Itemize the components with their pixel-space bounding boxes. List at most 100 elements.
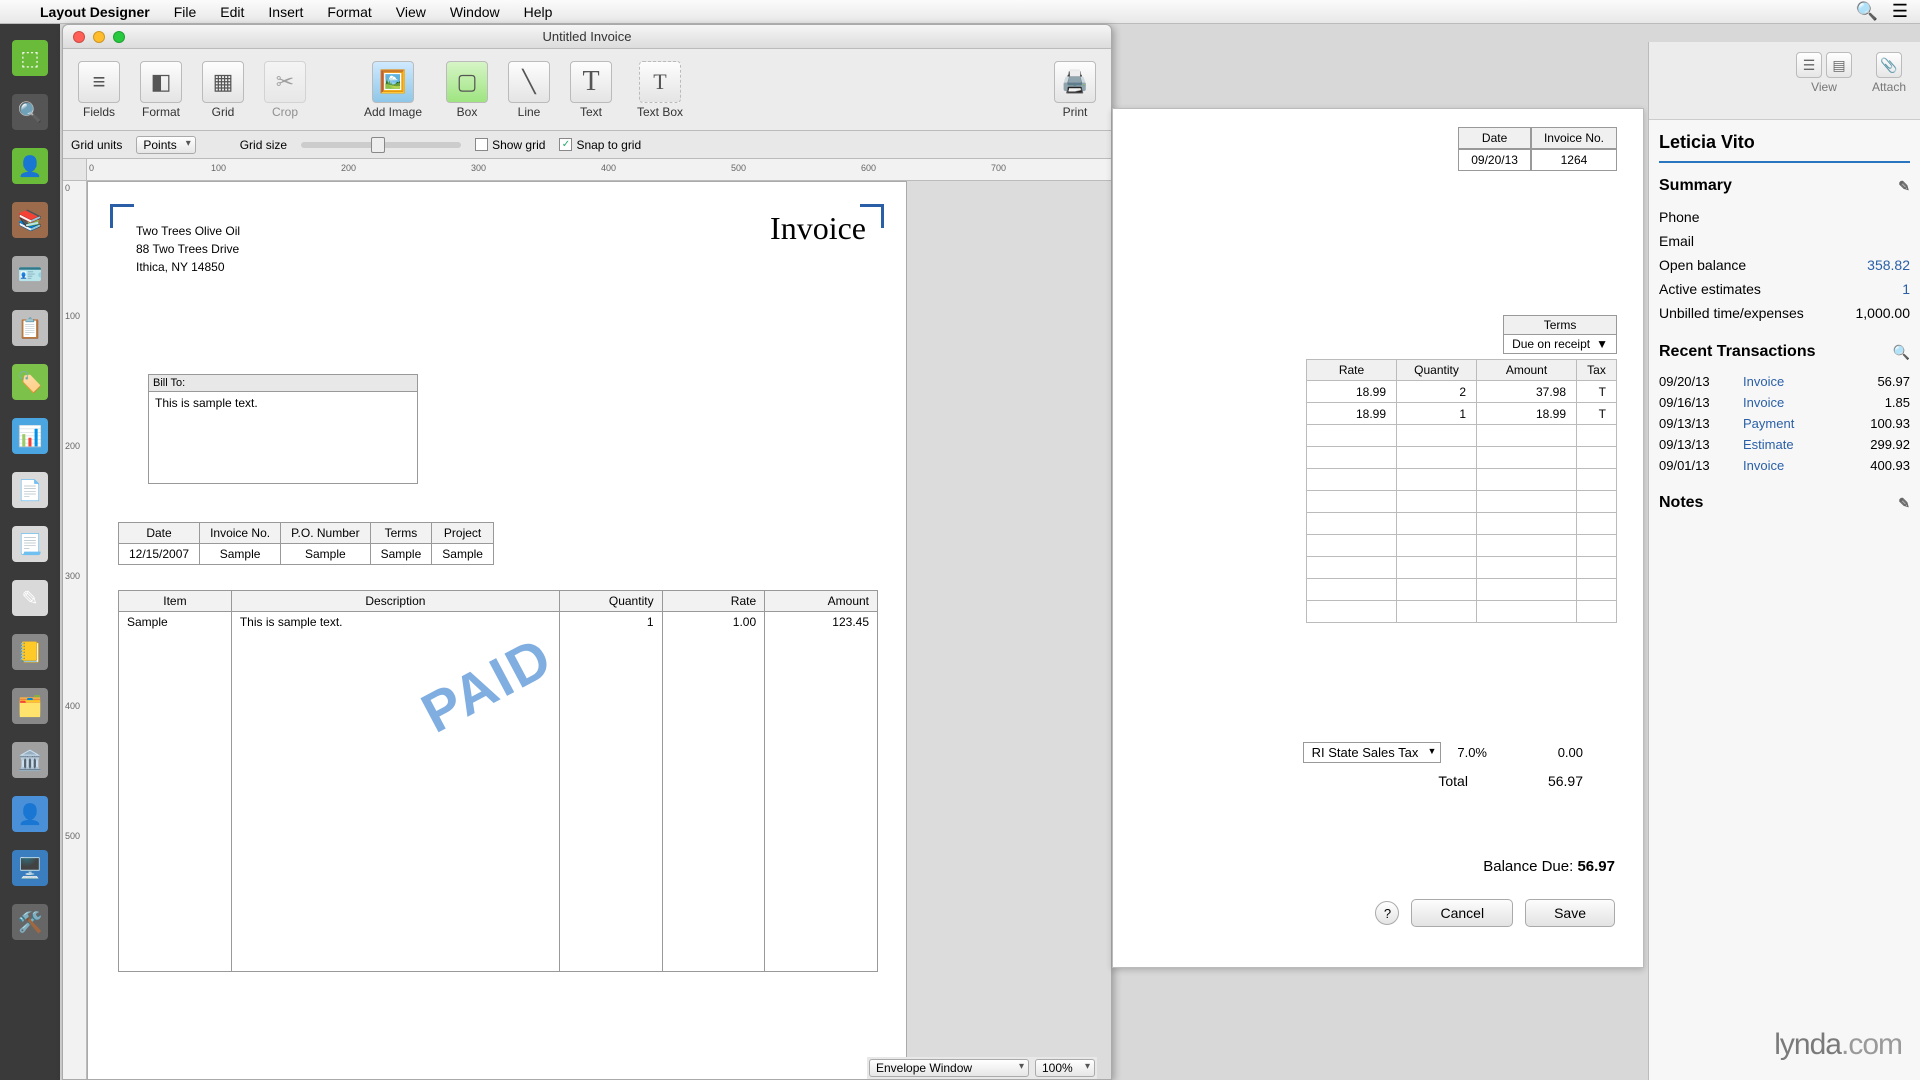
bg-line-table[interactable]: Rate Quantity Amount Tax 18.99237.98T 18… bbox=[1306, 359, 1617, 623]
open-balance-label: Open balance bbox=[1659, 257, 1746, 273]
grid-size-label: Grid size bbox=[240, 138, 287, 152]
ruler-vertical: 0100200300400500 bbox=[63, 181, 87, 1079]
dock-edit-icon[interactable]: ✎ bbox=[12, 580, 48, 616]
grid-units-select[interactable]: Points bbox=[136, 136, 195, 154]
dock-monitor-icon[interactable]: 🖥️ bbox=[12, 850, 48, 886]
unbilled-value: 1,000.00 bbox=[1856, 305, 1911, 321]
menu-format[interactable]: Format bbox=[315, 4, 383, 20]
invoice-page[interactable]: Invoice Two Trees Olive Oil 88 Two Trees… bbox=[87, 181, 907, 1079]
snap-to-grid-checkbox[interactable]: ✓Snap to grid bbox=[559, 138, 641, 152]
dock-chart-icon[interactable]: 📊 bbox=[12, 418, 48, 454]
paperclip-icon: 📎 bbox=[1876, 52, 1902, 78]
spotlight-icon[interactable]: 🔍 bbox=[1855, 1, 1877, 22]
canvas[interactable]: Invoice Two Trees Olive Oil 88 Two Trees… bbox=[87, 181, 1111, 1079]
dock-books-icon[interactable]: 📚 bbox=[12, 202, 48, 238]
tx-row[interactable]: 09/13/13Payment100.93 bbox=[1659, 413, 1910, 434]
text-button[interactable]: TText bbox=[563, 61, 619, 119]
view-list-icon[interactable]: ☰ bbox=[1796, 52, 1822, 78]
tx-row[interactable]: 09/20/13Invoice56.97 bbox=[1659, 371, 1910, 392]
cancel-button[interactable]: Cancel bbox=[1411, 899, 1513, 927]
slider-thumb[interactable] bbox=[371, 137, 385, 153]
total-label: Total bbox=[1438, 773, 1468, 789]
menu-file[interactable]: File bbox=[162, 4, 209, 20]
view-toggle[interactable]: ☰ ▤ View bbox=[1796, 52, 1852, 94]
search-transactions-icon[interactable]: 🔍 bbox=[1893, 344, 1910, 361]
grid-button[interactable]: ▦Grid bbox=[195, 61, 251, 119]
bill-to-body: This is sample text. bbox=[149, 392, 417, 414]
window-title: Untitled Invoice bbox=[63, 29, 1111, 44]
dock-tools-icon[interactable]: 🛠️ bbox=[12, 904, 48, 940]
ruler-horizontal: 0100200300400500600700 bbox=[87, 159, 1111, 181]
active-estimates-value: 1 bbox=[1902, 281, 1910, 297]
dock-tag-icon[interactable]: 🏷️ bbox=[12, 364, 48, 400]
fields-button[interactable]: ≡Fields bbox=[71, 61, 127, 119]
active-estimates-label: Active estimates bbox=[1659, 281, 1761, 297]
line-button[interactable]: ╲Line bbox=[501, 61, 557, 119]
menu-window[interactable]: Window bbox=[438, 4, 512, 20]
add-image-button[interactable]: 🖼️Add Image bbox=[353, 61, 433, 119]
dock-bank-icon[interactable]: 🏛️ bbox=[12, 742, 48, 778]
phone-label: Phone bbox=[1659, 209, 1699, 225]
attach-button[interactable]: 📎 Attach bbox=[1872, 52, 1906, 94]
left-dock: ⬚ 🔍 👤 📚 🪪 📋 🏷️ 📊 📄 📃 ✎ 📒 🗂️ 🏛️ 👤 🖥️ 🛠️ bbox=[0, 24, 60, 1080]
invno-value[interactable]: 1264 bbox=[1531, 149, 1617, 171]
date-label: Date bbox=[1458, 127, 1531, 149]
dock-ledger-icon[interactable]: 📒 bbox=[12, 634, 48, 670]
menu-help[interactable]: Help bbox=[512, 4, 565, 20]
dock-clipboard-icon[interactable]: 📋 bbox=[12, 310, 48, 346]
save-button[interactable]: Save bbox=[1525, 899, 1615, 927]
terms-select[interactable]: Due on receipt▼ bbox=[1503, 335, 1617, 354]
menubar: Layout Designer File Edit Insert Format … bbox=[0, 0, 1920, 24]
print-button[interactable]: 🖨️Print bbox=[1047, 61, 1103, 119]
crop-button[interactable]: ✂Crop bbox=[257, 61, 313, 119]
balance-value: 56.97 bbox=[1577, 858, 1615, 875]
tx-row[interactable]: 09/01/13Invoice400.93 bbox=[1659, 455, 1910, 476]
crop-mark-tl bbox=[110, 204, 134, 228]
balance-label: Balance Due: bbox=[1483, 858, 1573, 875]
dock-doc2-icon[interactable]: 📃 bbox=[12, 526, 48, 562]
meta-table[interactable]: DateInvoice No.P.O. NumberTermsProject 1… bbox=[118, 522, 494, 565]
dock-search-icon[interactable]: 🔍 bbox=[12, 94, 48, 130]
view-grid-icon[interactable]: ▤ bbox=[1826, 52, 1852, 78]
tax-amount: 0.00 bbox=[1503, 745, 1583, 760]
recent-transactions-heading: Recent Transactions bbox=[1659, 343, 1816, 361]
tx-row[interactable]: 09/13/13Estimate299.92 bbox=[1659, 434, 1910, 455]
dock-person-icon[interactable]: 👤 bbox=[12, 148, 48, 184]
summary-heading: Summary bbox=[1659, 177, 1732, 195]
dock-stack-icon[interactable]: 🗂️ bbox=[12, 688, 48, 724]
help-button[interactable]: ? bbox=[1375, 901, 1399, 925]
tx-row[interactable]: 09/16/13Invoice1.85 bbox=[1659, 392, 1910, 413]
open-balance-value: 358.82 bbox=[1867, 257, 1910, 273]
dock-user2-icon[interactable]: 👤 bbox=[12, 796, 48, 832]
invoice-title[interactable]: Invoice bbox=[770, 210, 866, 247]
show-grid-checkbox[interactable]: Show grid bbox=[475, 138, 545, 152]
date-value[interactable]: 09/20/13 bbox=[1458, 149, 1531, 171]
menu-insert[interactable]: Insert bbox=[256, 4, 315, 20]
email-label: Email bbox=[1659, 233, 1694, 249]
bill-to-box[interactable]: Bill To: This is sample text. bbox=[148, 374, 418, 484]
box-button[interactable]: ▢Box bbox=[439, 61, 495, 119]
menu-edit[interactable]: Edit bbox=[208, 4, 256, 20]
window-titlebar[interactable]: Untitled Invoice bbox=[63, 25, 1111, 49]
format-button[interactable]: ◧Format bbox=[133, 61, 189, 119]
bill-to-label: Bill To: bbox=[149, 375, 417, 392]
zoom-select[interactable]: 100% bbox=[1035, 1059, 1095, 1077]
grid-size-slider[interactable] bbox=[301, 142, 461, 148]
tax-item-select[interactable]: RI State Sales Tax bbox=[1303, 742, 1442, 763]
background-invoice-window: Date 09/20/13 Invoice No. 1264 Terms Due… bbox=[1112, 108, 1644, 968]
company-address[interactable]: Two Trees Olive Oil 88 Two Trees Drive I… bbox=[136, 222, 240, 276]
dock-home-icon[interactable]: ⬚ bbox=[12, 40, 48, 76]
date-invno-box: Date 09/20/13 Invoice No. 1264 bbox=[1458, 127, 1617, 171]
edit-summary-icon[interactable]: ✎ bbox=[1898, 178, 1910, 195]
menu-view[interactable]: View bbox=[384, 4, 438, 20]
text-box-button[interactable]: TText Box bbox=[625, 61, 695, 119]
terms-label: Terms bbox=[1503, 315, 1617, 335]
menu-extras-icon[interactable]: ☰ bbox=[1892, 1, 1908, 22]
dock-card-icon[interactable]: 🪪 bbox=[12, 256, 48, 292]
grid-units-label: Grid units bbox=[71, 138, 122, 152]
template-select[interactable]: Envelope Window bbox=[869, 1059, 1029, 1077]
tax-rate: 7.0% bbox=[1457, 745, 1487, 760]
dock-page-icon[interactable]: 📄 bbox=[12, 472, 48, 508]
edit-notes-icon[interactable]: ✎ bbox=[1898, 495, 1910, 512]
menu-app[interactable]: Layout Designer bbox=[28, 4, 162, 20]
